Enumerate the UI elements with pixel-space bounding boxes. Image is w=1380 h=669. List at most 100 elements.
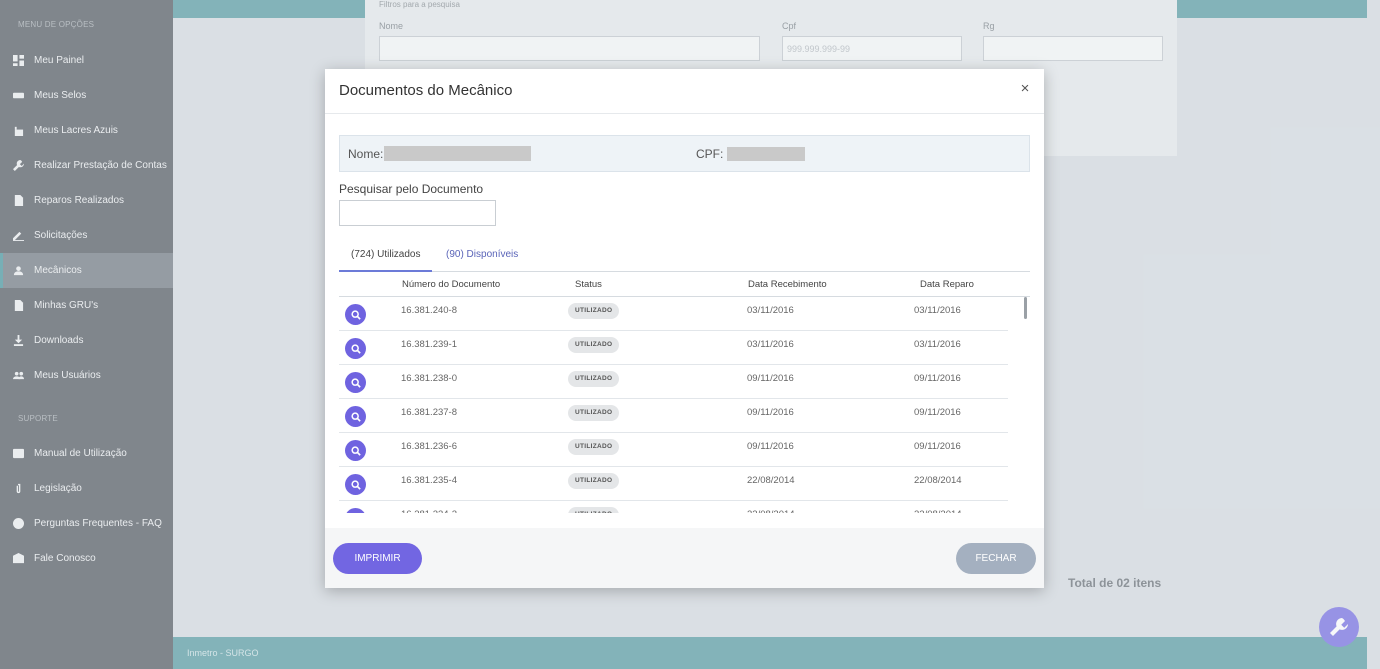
footer: Inmetro - SURGO: [173, 637, 1367, 669]
close-icon[interactable]: ×: [1018, 81, 1032, 96]
sidebar-item-meus-selos[interactable]: Meus Selos: [0, 78, 173, 113]
search-icon: [350, 343, 361, 354]
sidebar-item-mecanicos[interactable]: Mecânicos: [0, 253, 173, 288]
view-document-button[interactable]: [345, 338, 366, 359]
sidebar-section-support: SUPORTE: [18, 414, 58, 423]
sidebar-item-label: Manual de Utilização: [34, 448, 127, 459]
sidebar-item-label: Meus Lacres Azuis: [34, 125, 118, 136]
tab-disponiveis[interactable]: (90) Disponíveis: [434, 247, 530, 272]
table-header: Número do Documento Status Data Recebime…: [339, 272, 1030, 297]
close-button[interactable]: FECHAR: [956, 543, 1036, 574]
pencil-icon: [12, 230, 24, 242]
table-scrollbar[interactable]: [1022, 297, 1030, 513]
sidebar-item-prestacao-contas[interactable]: Realizar Prestação de Contas: [0, 148, 173, 183]
table-row: 16.381.236-6 UTILIZADO 09/11/2016 09/11/201…: [339, 433, 1008, 467]
data-reparo: 22/08/2014: [914, 475, 962, 486]
person-icon: [12, 265, 24, 277]
document-number: 16.381.236-6: [401, 441, 457, 452]
table-row: 16.381.237-8 UTILIZADO 09/11/2016 09/11/201…: [339, 399, 1008, 433]
cpf-filter-label: Cpf: [782, 21, 797, 31]
footer-text: Inmetro - SURGO: [187, 648, 259, 658]
view-document-button[interactable]: [345, 406, 366, 427]
table-body: 16.381.240-8 UTILIZADO 03/11/2016 03/11/201…: [339, 297, 1022, 513]
sidebar-item-legislacao[interactable]: Legislação: [0, 471, 173, 506]
sidebar-item-label: Perguntas Frequentes - FAQ: [34, 518, 162, 529]
rg-filter-input[interactable]: [983, 36, 1163, 61]
table-row: 16.381.238-0 UTILIZADO 09/11/2016 09/11/201…: [339, 365, 1008, 399]
sidebar-item-minhas-grus[interactable]: Minhas GRU's: [0, 288, 173, 323]
table-row: 16.381.235-4 UTILIZADO 22/08/2014 22/08/201…: [339, 467, 1008, 501]
sidebar-item-label: Downloads: [34, 335, 84, 346]
tabs: (724) Utilizados (90) Disponíveis: [339, 241, 1030, 272]
redacted-name: [384, 146, 531, 161]
sidebar-item-label: Realizar Prestação de Contas: [34, 160, 167, 171]
tab-utilizados[interactable]: (724) Utilizados: [339, 247, 433, 272]
sidebar-item-meu-painel[interactable]: Meu Painel: [0, 43, 173, 78]
status-badge: UTILIZADO: [568, 303, 620, 319]
file-icon: [12, 300, 24, 312]
search-icon: [350, 445, 361, 456]
data-recebimento: 03/11/2016: [747, 305, 794, 316]
wrench-icon: [1330, 618, 1348, 636]
view-document-button[interactable]: [345, 474, 366, 495]
search-icon: [350, 377, 361, 388]
question-icon: [12, 518, 24, 530]
col-status: Status: [575, 279, 602, 290]
view-document-button[interactable]: [345, 508, 366, 513]
data-reparo: 09/11/2016: [914, 441, 961, 452]
seal-icon: [12, 90, 24, 102]
document-icon: [12, 195, 24, 207]
sidebar: MENU DE OPÇÕES Meu Painel Meus Selos Meu…: [0, 0, 173, 669]
data-reparo: 03/11/2016: [914, 305, 961, 316]
col-data-recebimento: Data Recebimento: [748, 279, 827, 290]
data-reparo: 22/08/2014: [914, 509, 962, 513]
view-document-button[interactable]: [345, 304, 366, 325]
mechanic-documents-modal: Documentos do Mecânico × Nome: CPF: 8 Pe…: [325, 69, 1044, 588]
sidebar-item-meus-usuarios[interactable]: Meus Usuários: [0, 358, 173, 393]
col-data-reparo: Data Reparo: [920, 279, 974, 290]
rg-filter-label: Rg: [983, 21, 995, 31]
data-reparo: 03/11/2016: [914, 339, 961, 350]
wrench-icon: [12, 160, 24, 172]
view-document-button[interactable]: [345, 440, 366, 461]
sidebar-item-meus-lacres-azuis[interactable]: Meus Lacres Azuis: [0, 113, 173, 148]
paperclip-icon: [12, 483, 24, 495]
sidebar-item-fale-conosco[interactable]: Fale Conosco: [0, 541, 173, 576]
table-row: 16.381.239-1 UTILIZADO 03/11/2016 03/11/201…: [339, 331, 1008, 365]
document-number: 16.381.235-4: [401, 475, 457, 486]
data-recebimento: 09/11/2016: [747, 441, 794, 452]
status-badge: UTILIZADO: [568, 405, 620, 421]
sidebar-item-label: Meu Painel: [34, 55, 85, 66]
document-number: 16.381.239-1: [401, 339, 457, 350]
total-items: Total de 02 itens: [1068, 576, 1162, 590]
status-badge: UTILIZADO: [568, 371, 620, 387]
document-search-input[interactable]: [339, 200, 496, 226]
col-numero-documento: Número do Documento: [402, 279, 501, 290]
table-row: 16.381.234-2 UTILIZADO 22/08/2014 22/08/201…: [339, 501, 1008, 513]
tools-fab-button[interactable]: [1319, 607, 1359, 647]
sidebar-item-label: Meus Selos: [34, 90, 87, 101]
nome-filter-input[interactable]: [379, 36, 760, 61]
data-reparo: 09/11/2016: [914, 373, 961, 384]
sidebar-item-label: Minhas GRU's: [34, 300, 99, 311]
scrollbar-thumb[interactable]: [1024, 297, 1027, 319]
modal-footer: IMPRIMIR FECHAR: [325, 528, 1044, 588]
view-document-button[interactable]: [345, 372, 366, 393]
document-number: 16.381.240-8: [401, 305, 457, 316]
document-number: 16.381.238-0: [401, 373, 457, 384]
search-icon: [350, 309, 361, 320]
sidebar-item-label: Reparos Realizados: [34, 195, 125, 206]
cpf-filter-input[interactable]: 999.999.999-99: [782, 36, 962, 61]
sidebar-item-solicitacoes[interactable]: Solicitações: [0, 218, 173, 253]
data-recebimento: 09/11/2016: [747, 407, 794, 418]
sidebar-item-manual[interactable]: Manual de Utilização: [0, 436, 173, 471]
sidebar-item-downloads[interactable]: Downloads: [0, 323, 173, 358]
dashboard-icon: [12, 55, 24, 67]
document-number: 16.381.237-8: [401, 407, 457, 418]
sidebar-item-faq[interactable]: Perguntas Frequentes - FAQ: [0, 506, 173, 541]
print-button[interactable]: IMPRIMIR: [333, 543, 422, 574]
sidebar-item-label: Meus Usuários: [34, 370, 101, 381]
sidebar-item-reparos-realizados[interactable]: Reparos Realizados: [0, 183, 173, 218]
nome-label: Nome:: [348, 147, 384, 161]
users-icon: [12, 370, 24, 382]
